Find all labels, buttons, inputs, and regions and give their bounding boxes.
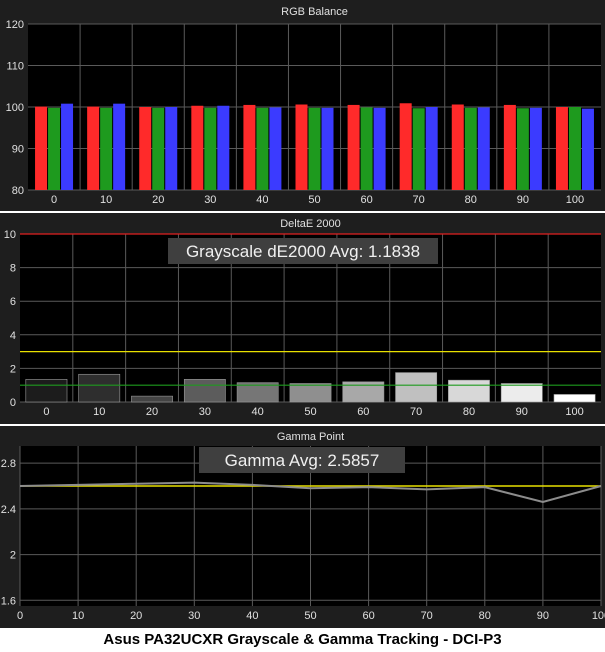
rgb-bar-green <box>48 107 61 190</box>
x-tick-label: 80 <box>463 406 475 418</box>
x-tick-label: 70 <box>413 194 425 206</box>
chart-title: RGB Balance <box>281 6 348 18</box>
x-tick-label: 0 <box>51 194 57 206</box>
rgb-bar-blue <box>61 103 74 190</box>
y-tick-label: 120 <box>6 19 24 31</box>
x-tick-label: 10 <box>93 406 105 418</box>
rgb-bar-green <box>516 108 529 190</box>
rgb-bar-green <box>152 107 165 190</box>
x-tick-label: 60 <box>357 406 369 418</box>
y-tick-label: 100 <box>6 102 24 114</box>
charts-canvas: RGB Balance80901001101200 10 20 30 40 50 60 70 8… <box>0 0 605 628</box>
rgb-bar-red <box>35 106 48 190</box>
rgb-bar-green <box>360 107 373 190</box>
rgb-bar-blue <box>269 107 282 190</box>
deltae-bar <box>395 372 438 403</box>
annotation-text: Gamma Avg: 2.5857 <box>225 451 380 470</box>
rgb-bar-blue <box>113 103 126 190</box>
rgb-bar-green <box>308 107 321 190</box>
figure: RGB Balance 80 90 100 110 120 0 10 20 30 40 50 60 70 8… <box>0 0 605 652</box>
x-tick-label: 90 <box>517 194 529 206</box>
y-tick-label: 1.6 <box>1 595 16 607</box>
x-tick-label: 100 <box>566 194 584 206</box>
figure-caption: Asus PA32UCXR Grayscale & Gamma Tracking… <box>103 631 502 648</box>
x-tick-label: 40 <box>256 194 268 206</box>
rgb-bar-red <box>87 106 100 190</box>
deltae-bar <box>289 383 332 403</box>
x-tick-label: 30 <box>199 406 211 418</box>
rgb-bar-red <box>399 103 412 190</box>
x-tick-label: 40 <box>246 610 258 622</box>
y-tick-label: 110 <box>6 61 24 73</box>
deltae-bar <box>553 394 596 403</box>
x-tick-label: 60 <box>360 194 372 206</box>
deltae-bar <box>183 379 226 403</box>
deltae-bar <box>78 373 121 403</box>
x-tick-label: 50 <box>308 194 320 206</box>
rgb-bar-green <box>100 107 113 190</box>
y-tick-label: 2.8 <box>1 458 16 470</box>
x-tick-label: 100 <box>592 610 605 622</box>
rgb-bar-red <box>503 104 516 190</box>
rgb-bar-red <box>139 107 152 190</box>
x-tick-label: 50 <box>304 610 316 622</box>
rgb-bar-red <box>451 104 464 190</box>
rgb-bar-blue <box>321 107 334 190</box>
rgb-bar-blue <box>425 107 438 190</box>
x-tick-label: 20 <box>152 194 164 206</box>
x-tick-label: 50 <box>304 406 316 418</box>
x-tick-label: 20 <box>146 406 158 418</box>
y-tick-label: 4 <box>10 330 16 342</box>
deltae-bar <box>25 379 68 403</box>
x-tick-label: 100 <box>565 406 583 418</box>
rgb-bar-green <box>464 107 477 190</box>
deltae-bar <box>500 383 543 403</box>
x-tick-label: 90 <box>537 610 549 622</box>
rgb-bar-green <box>256 107 269 190</box>
x-tick-label: 0 <box>17 610 23 622</box>
y-tick-label: 2 <box>10 550 16 562</box>
y-tick-label: 8 <box>10 263 16 275</box>
x-tick-label: 30 <box>188 610 200 622</box>
rgb-bar-blue <box>165 107 178 190</box>
chart-title: DeltaE 2000 <box>280 218 341 230</box>
y-tick-label: 2.4 <box>1 504 16 516</box>
x-tick-label: 70 <box>410 406 422 418</box>
x-tick-label: 90 <box>516 406 528 418</box>
x-tick-label: 10 <box>72 610 84 622</box>
x-tick-label: 80 <box>479 610 491 622</box>
rgb-bar-red <box>191 105 204 190</box>
rgb-bar-red <box>555 107 568 190</box>
deltae-bar <box>131 395 173 403</box>
y-tick-label: 90 <box>12 144 24 156</box>
y-tick-label: 10 <box>4 229 16 241</box>
annotation-text: Grayscale dE2000 Avg: 1.1838 <box>186 242 420 261</box>
rgb-bar-green <box>204 107 217 190</box>
x-tick-label: 60 <box>362 610 374 622</box>
y-tick-label: 2 <box>10 363 16 375</box>
rgb-bar-red <box>243 104 256 190</box>
x-tick-label: 10 <box>100 194 112 206</box>
rgb-bar-green <box>412 108 425 190</box>
chart-title: Gamma Point <box>277 431 344 443</box>
x-tick-label: 80 <box>465 194 477 206</box>
rgb-bar-blue <box>529 107 542 190</box>
rgb-bar-green <box>568 107 581 190</box>
x-tick-label: 70 <box>421 610 433 622</box>
deltae-bar <box>448 379 490 403</box>
x-tick-label: 30 <box>204 194 216 206</box>
rgb-bar-blue <box>217 105 230 190</box>
rgb-bar-blue <box>581 108 594 190</box>
y-tick-label: 80 <box>12 185 24 197</box>
rgb-bar-blue <box>477 107 490 190</box>
x-tick-label: 40 <box>252 406 264 418</box>
rgb-bar-red <box>295 104 308 190</box>
rgb-bar-blue <box>373 107 386 190</box>
x-tick-label: 0 <box>43 406 49 418</box>
y-tick-label: 6 <box>10 296 16 308</box>
rgb-bar-red <box>347 104 360 190</box>
x-tick-label: 20 <box>130 610 142 622</box>
y-tick-label: 0 <box>10 397 16 409</box>
